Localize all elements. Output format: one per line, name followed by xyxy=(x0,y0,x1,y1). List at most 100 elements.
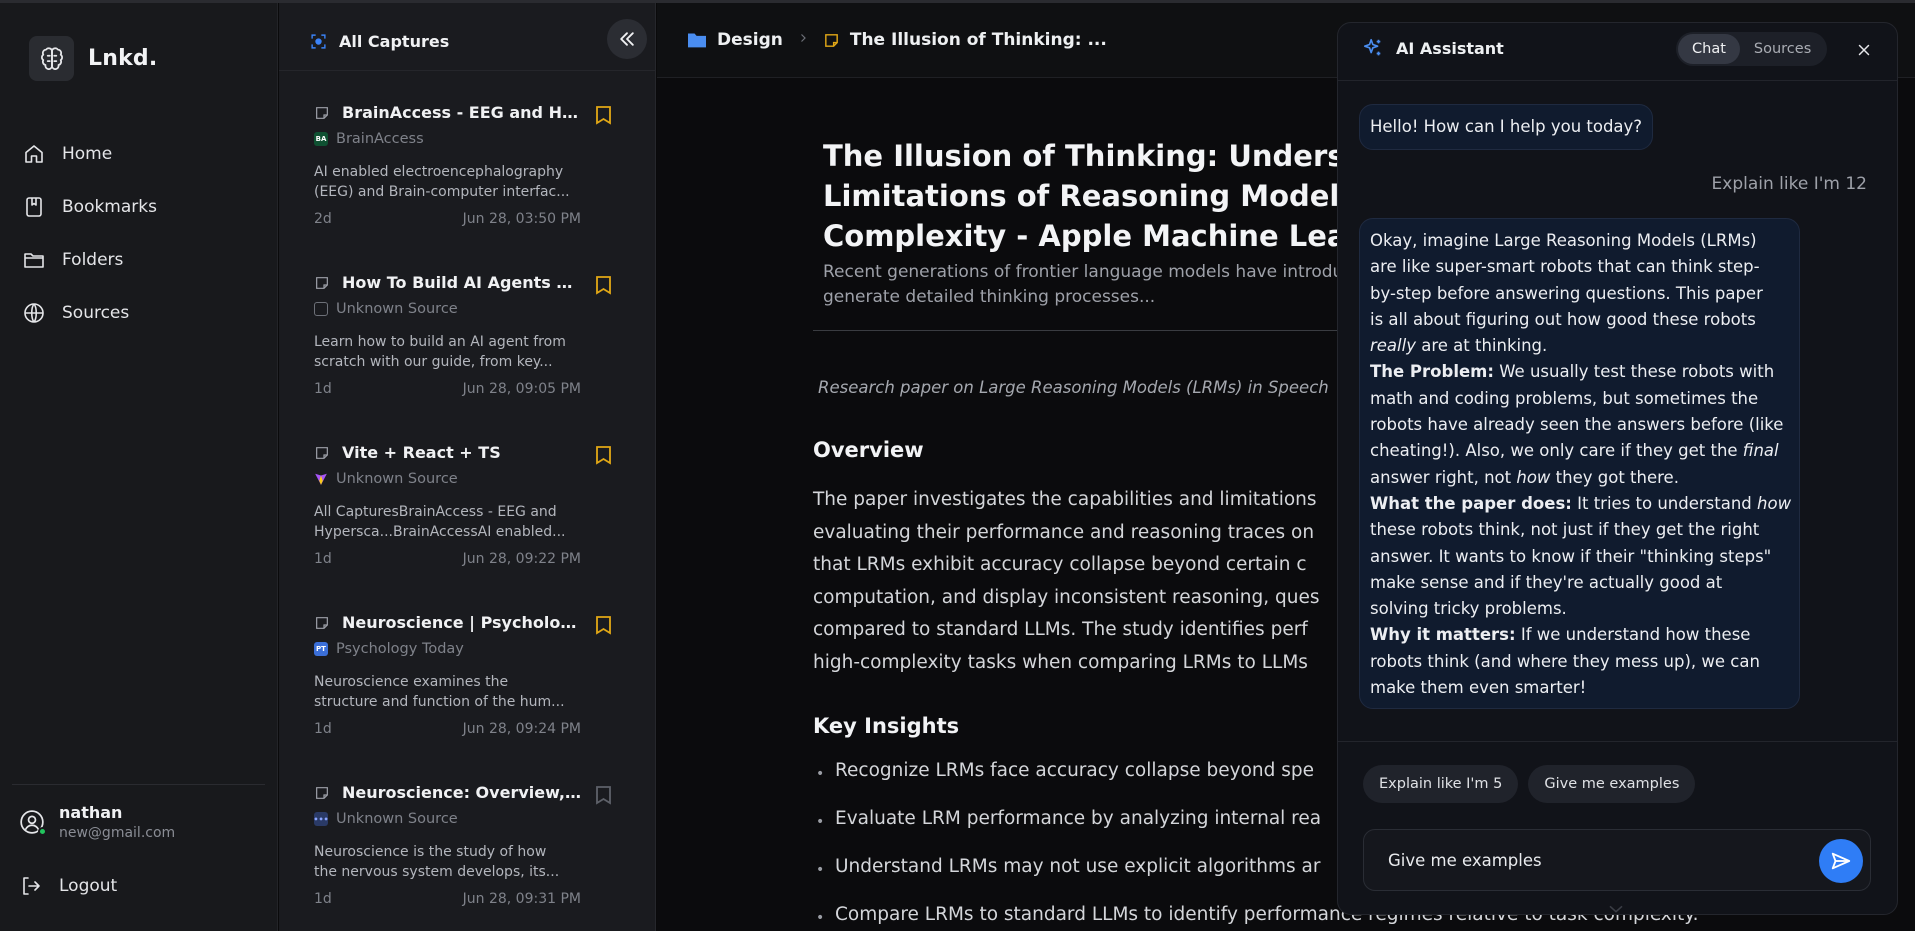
description-line: structure and function of the hum... xyxy=(314,694,565,710)
scan-icon xyxy=(311,34,326,49)
user-name: nathan xyxy=(59,803,123,822)
response-line: by-step before answering questions. This… xyxy=(1370,283,1763,303)
capture-date: Jun 28, 09:31 PM xyxy=(462,891,581,907)
response-line: robots have already seen the answers bef… xyxy=(1370,415,1784,435)
response-line: these robots think, not just if they get… xyxy=(1370,520,1760,540)
breadcrumb-folder[interactable]: Design xyxy=(717,30,783,50)
capture-card[interactable]: How To Build AI Agents Fro... Unknown So… xyxy=(279,273,655,443)
bookmark-outline-icon[interactable] xyxy=(595,785,612,805)
sidebar-nav: Lnkd. Home Bookmarks Folders Sources nat… xyxy=(0,3,278,931)
chevrons-left-icon xyxy=(620,32,634,46)
home-icon xyxy=(25,144,43,163)
capture-date: Jun 28, 09:22 PM xyxy=(462,551,581,567)
description-line: Learn how to build an AI agent from xyxy=(314,334,566,350)
source-favicon-icon: PT xyxy=(314,642,328,656)
chevron-down-icon[interactable] xyxy=(1608,899,1624,914)
ai-assistant-title: AI Assistant xyxy=(1362,37,1504,59)
capture-source: BA BrainAccess xyxy=(314,131,424,147)
source-name: Unknown Source xyxy=(336,301,458,317)
nav-item-folders[interactable]: Folders xyxy=(22,233,262,286)
note-icon xyxy=(316,106,328,119)
suggestion-chip[interactable]: Explain like I'm 5 xyxy=(1363,765,1519,803)
source-favicon-icon: BA xyxy=(314,132,328,146)
tab-sources[interactable]: Sources xyxy=(1740,34,1825,64)
response-line: robots think (and where they mess up), w… xyxy=(1370,651,1760,671)
description-line: Hypersca...BrainAccessAI enabled... xyxy=(314,524,566,540)
capture-date: Jun 28, 09:24 PM xyxy=(462,721,581,737)
bookmark-filled-icon[interactable] xyxy=(595,275,612,295)
nav-item-label: Bookmarks xyxy=(62,196,157,217)
capture-meta: 2d Jun 28, 03:50 PM xyxy=(314,211,581,227)
user-profile[interactable]: nathan new@gmail.com xyxy=(19,803,175,841)
brand[interactable]: Lnkd. xyxy=(29,36,157,81)
capture-date: Jun 28, 09:05 PM xyxy=(462,381,581,397)
emphasis: how xyxy=(1516,467,1551,487)
capture-card[interactable]: Neuroscience | Psycholog... PT Psycholog… xyxy=(279,613,655,783)
breadcrumb-page[interactable]: The Illusion of Thinking: ... xyxy=(850,30,1107,50)
note-icon xyxy=(316,616,328,629)
description-line: Neuroscience examines the xyxy=(314,674,509,690)
vite-logo-icon xyxy=(315,473,327,485)
capture-card[interactable]: BrainAccess - EEG and Hy... BA BrainAcce… xyxy=(279,103,655,273)
source-name: BrainAccess xyxy=(336,131,424,147)
nav-item-label: Folders xyxy=(62,249,124,270)
capture-age: 1d xyxy=(314,891,332,907)
capture-age: 1d xyxy=(314,551,332,567)
text: We usually test these robots with xyxy=(1493,362,1775,382)
avatar xyxy=(19,809,47,836)
source-favicon-icon: ••• xyxy=(313,812,329,826)
note-icon xyxy=(316,786,328,799)
text: answer right, not xyxy=(1370,467,1517,487)
capture-description: Neuroscience is the study of how the ner… xyxy=(314,842,579,882)
response-line: Okay, imagine Large Reasoning Models (LR… xyxy=(1370,231,1757,250)
tab-chat[interactable]: Chat xyxy=(1678,34,1740,64)
send-button[interactable] xyxy=(1819,839,1863,883)
capture-title: BrainAccess - EEG and Hy... xyxy=(342,103,582,122)
close-icon[interactable] xyxy=(1850,36,1878,64)
source-name: Psychology Today xyxy=(336,641,464,657)
divider xyxy=(1338,741,1897,742)
nav-menu: Home Bookmarks Folders Sources xyxy=(22,127,262,339)
send-icon xyxy=(1831,852,1851,870)
globe-icon xyxy=(24,302,44,323)
capture-meta: 1d Jun 28, 09:24 PM xyxy=(314,721,581,737)
note-icon xyxy=(316,446,328,459)
capture-meta: 1d Jun 28, 09:31 PM xyxy=(314,891,581,907)
response-line: solving tricky problems. xyxy=(1370,599,1567,619)
capture-date: Jun 28, 03:50 PM xyxy=(462,211,581,227)
response-line: answer right, not how they got there. xyxy=(1370,465,1789,491)
app-name: Lnkd. xyxy=(88,46,158,71)
capture-meta: 1d Jun 28, 09:22 PM xyxy=(314,551,581,567)
bookmark-filled-icon[interactable] xyxy=(595,105,612,125)
bookmark-filled-icon[interactable] xyxy=(595,445,612,465)
user-message: Explain like I'm 12 xyxy=(1711,174,1867,194)
emphasis: how xyxy=(1757,493,1792,513)
ai-assistant-panel: AI Assistant Chat Sources Hello! How can… xyxy=(1337,22,1898,915)
nav-item-label: Home xyxy=(62,143,113,164)
capture-title: Neuroscience | Psycholog... xyxy=(342,613,582,632)
response-line: are like super-smart robots that can thi… xyxy=(1370,257,1760,277)
nav-item-bookmarks[interactable]: Bookmarks xyxy=(22,180,262,233)
nav-item-home[interactable]: Home xyxy=(22,127,262,180)
description-line: scratch with our guide, from key... xyxy=(314,354,553,370)
response-line: cheating!). Also, we only care if they g… xyxy=(1370,438,1789,464)
capture-description: Neuroscience examines the structure and … xyxy=(314,672,579,712)
emphasis: final xyxy=(1742,441,1779,461)
response-line: answer. It wants to know if their "think… xyxy=(1370,546,1772,566)
source-name: Unknown Source xyxy=(336,471,458,487)
capture-card[interactable]: Neuroscience: Overview, h... ••• Unknown… xyxy=(279,783,655,931)
nav-item-sources[interactable]: Sources xyxy=(22,286,262,339)
response-line: make sense and if they're actually good … xyxy=(1370,572,1723,592)
description-line: Neuroscience is the study of how xyxy=(314,844,547,860)
suggestion-chip[interactable]: Give me examples xyxy=(1528,765,1696,803)
chevron-right-icon xyxy=(797,32,809,48)
description-line: All CapturesBrainAccess - EEG and xyxy=(314,504,557,520)
sparkles-icon xyxy=(1363,38,1381,56)
bookmark-filled-icon[interactable] xyxy=(595,615,612,635)
chat-input[interactable] xyxy=(1388,844,1808,876)
capture-card[interactable]: Vite + React + TS Unknown Source All Cap… xyxy=(279,443,655,613)
capture-source: Unknown Source xyxy=(314,301,458,317)
collapse-panel-button[interactable] xyxy=(607,19,647,59)
logout-button[interactable]: Logout xyxy=(19,874,117,898)
capture-age: 1d xyxy=(314,721,332,737)
